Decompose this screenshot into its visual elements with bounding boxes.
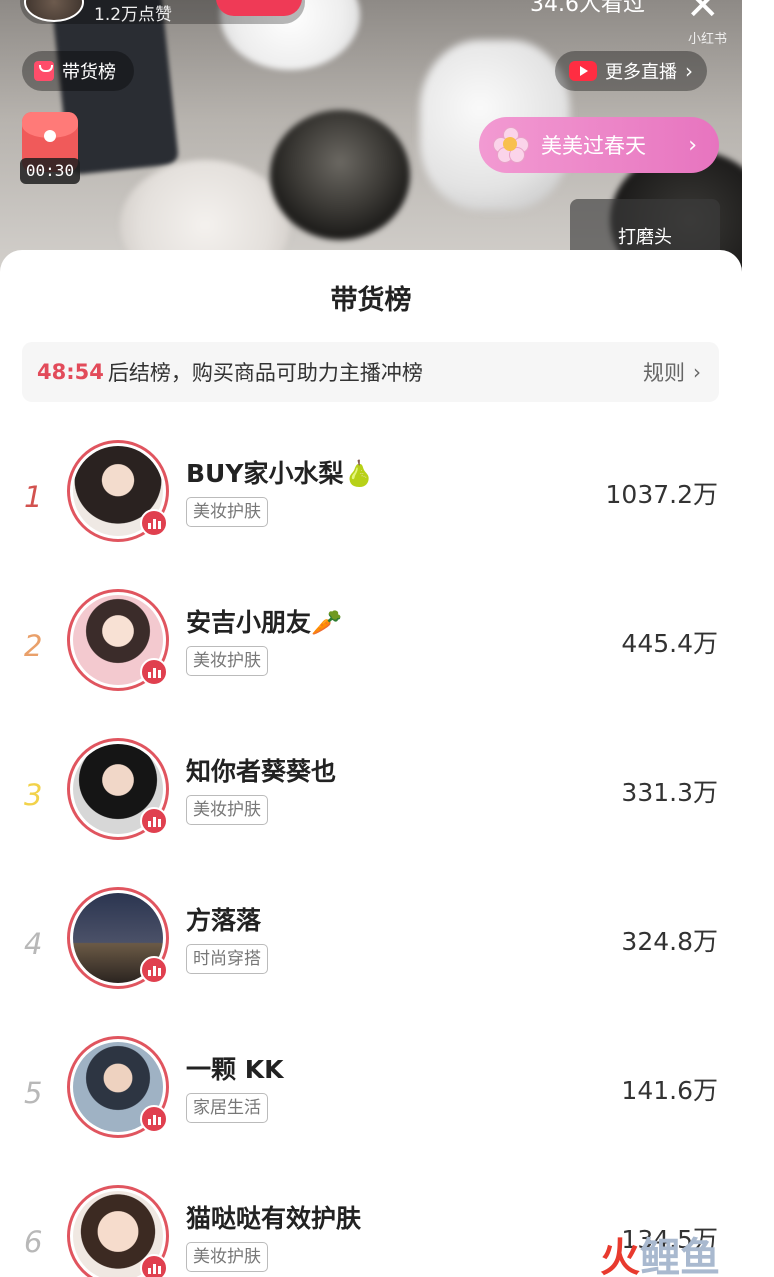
ranking-countdown: 48:54: [37, 360, 104, 384]
rank-number: 3: [24, 778, 43, 812]
rules-link[interactable]: 规则 ›: [643, 357, 701, 387]
streamer-name: BUY家小水梨🍐: [186, 459, 375, 488]
close-icon[interactable]: ✕: [686, 0, 720, 26]
streamer-name: 安吉小朋友🥕: [186, 608, 343, 637]
live-bars-icon: [140, 1254, 168, 1277]
category-tag: 美妆护肤: [186, 646, 268, 676]
shopping-bag-icon: [34, 61, 54, 81]
viewer-count: 34.6人看过: [530, 0, 645, 17]
category-tag: 家居生活: [186, 1093, 268, 1123]
sheet-title: 带货榜: [330, 285, 412, 316]
goods-ranking-label: 带货榜: [62, 62, 116, 83]
streamer-name: 方落落: [186, 906, 262, 935]
rank-number: 5: [24, 1076, 43, 1110]
streamer-name: 一颗 KK: [186, 1055, 284, 1084]
sales-score: 324.8万: [621, 927, 718, 956]
ranking-row[interactable]: 4 方落落 时尚穿搭 324.8万: [0, 887, 742, 1007]
xiaohongshu-watermark: 小红书: [688, 32, 728, 47]
red-packet-countdown: 00:30: [20, 158, 80, 184]
spring-banner-label: 美美过春天: [541, 134, 646, 158]
follow-button[interactable]: [216, 0, 302, 16]
sales-score: 1037.2万: [605, 480, 718, 509]
chevron-right-icon: ›: [685, 59, 693, 83]
likes-count: 1.2万点赞: [94, 5, 173, 25]
live-bars-icon: [140, 807, 168, 835]
streamer-avatar[interactable]: [67, 738, 169, 840]
sales-score: 141.6万: [621, 1076, 718, 1105]
more-live-label: 更多直播: [605, 62, 677, 83]
rank-number: 2: [24, 629, 43, 663]
category-tag: 美妆护肤: [186, 795, 268, 825]
rules-label: 规则: [643, 361, 685, 385]
live-bars-icon: [140, 658, 168, 686]
category-tag: 美妆护肤: [186, 497, 268, 527]
goods-ranking-pill[interactable]: 带货榜: [22, 51, 134, 91]
chevron-right-icon: ›: [688, 132, 697, 158]
spring-banner[interactable]: 美美过春天 ›: [479, 117, 719, 173]
goods-ranking-sheet: 带货榜 48:54 后结榜，购买商品可助力主播冲榜 规则 › 1 BUY家小水梨…: [0, 250, 742, 1277]
rank-number: 1: [24, 480, 43, 514]
huoliyu-watermark: 火鲤鱼: [600, 1235, 720, 1277]
streamer-avatar[interactable]: [67, 440, 169, 542]
ranking-row[interactable]: 1 BUY家小水梨🍐 美妆护肤 1037.2万: [0, 440, 742, 560]
streamer-avatar[interactable]: [67, 1036, 169, 1138]
live-bars-icon: [140, 956, 168, 984]
flower-icon: [493, 127, 529, 163]
category-tag: 时尚穿搭: [186, 944, 268, 974]
rank-number: 6: [24, 1225, 43, 1259]
streamer-name: 知你者葵葵也: [186, 757, 337, 786]
rank-number: 4: [24, 927, 43, 961]
blurred-jar-black: [270, 110, 410, 240]
streamer-avatar[interactable]: [67, 589, 169, 691]
chevron-right-icon: ›: [693, 360, 701, 384]
more-live-button[interactable]: 更多直播 ›: [555, 51, 707, 91]
ranking-row[interactable]: 5 一颗 KK 家居生活 141.6万: [0, 1036, 742, 1156]
ranking-notice-bar: 48:54 后结榜，购买商品可助力主播冲榜 规则 ›: [22, 342, 719, 402]
sales-score: 445.4万: [621, 629, 718, 658]
category-tag: 美妆护肤: [186, 1242, 268, 1272]
play-icon: [569, 61, 597, 81]
streamer-avatar[interactable]: [67, 887, 169, 989]
live-bars-icon: [140, 1105, 168, 1133]
ranking-row[interactable]: 3 知你者葵葵也 美妆护肤 331.3万: [0, 738, 742, 858]
streamer-name: 猫哒哒有效护肤: [186, 1204, 362, 1233]
sales-score: 331.3万: [621, 778, 718, 807]
ranking-row[interactable]: 2 安吉小朋友🥕 美妆护肤 445.4万: [0, 589, 742, 709]
streamer-avatar[interactable]: [67, 1185, 169, 1277]
ranking-notice-text: 后结榜，购买商品可助力主播冲榜: [107, 361, 423, 385]
live-bars-icon: [140, 509, 168, 537]
